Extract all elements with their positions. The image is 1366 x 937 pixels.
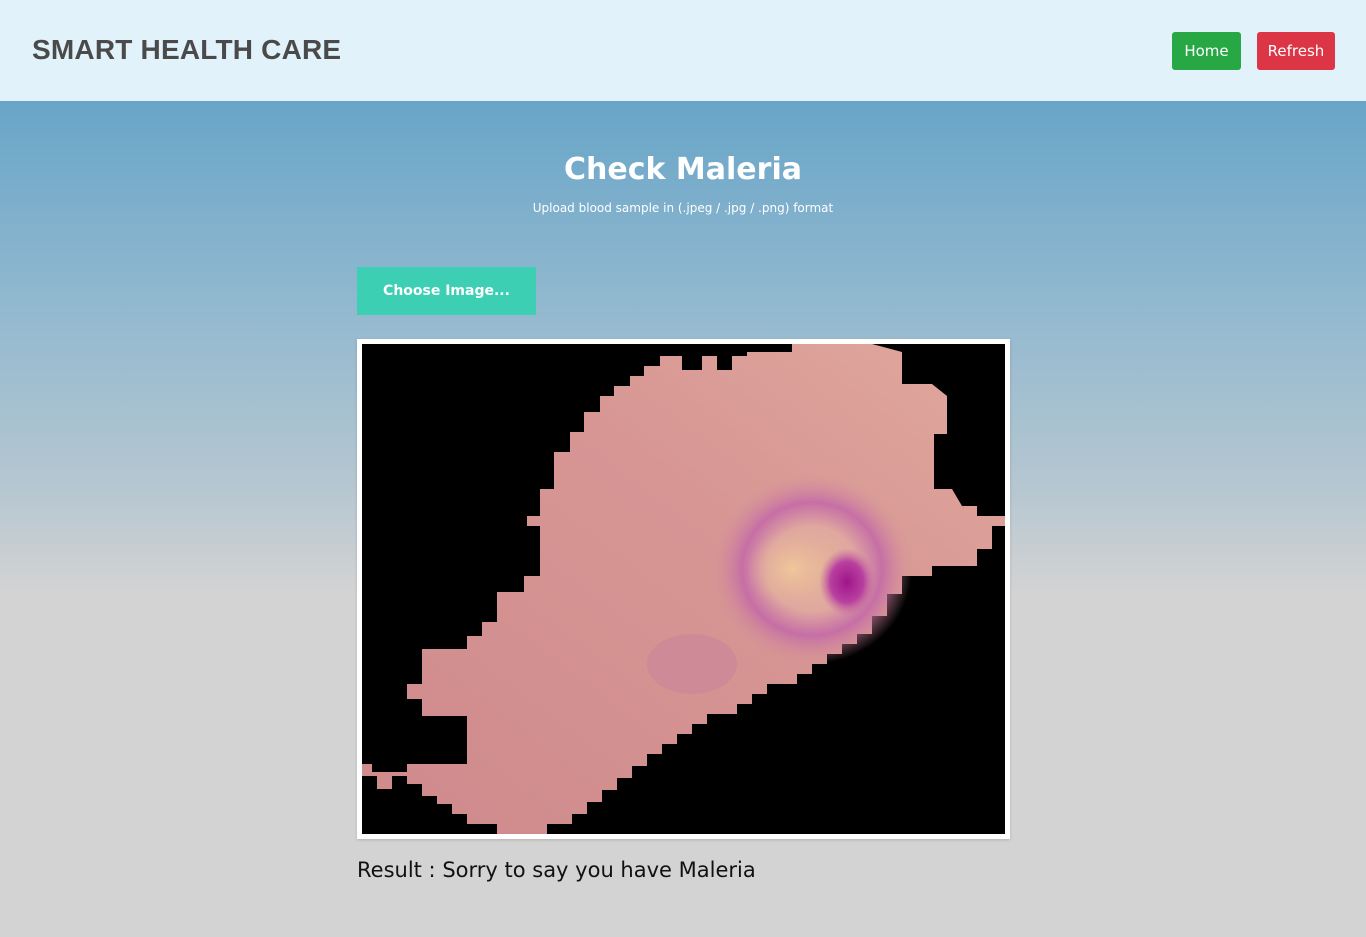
blood-cell-picture	[362, 344, 1005, 834]
blood-sample-image	[362, 344, 1005, 834]
home-button[interactable]: Home	[1172, 32, 1241, 70]
brand-title[interactable]: SMART HEALTH CARE	[32, 33, 341, 67]
result-text: Result : Sorry to say you have Maleria	[357, 858, 756, 882]
upload-instructions: Upload blood sample in (.jpeg / .jpg / .…	[532, 201, 834, 215]
choose-image-button[interactable]: Choose Image...	[357, 267, 536, 315]
refresh-button[interactable]: Refresh	[1257, 32, 1335, 70]
image-preview-frame	[357, 339, 1010, 839]
page-title: Check Maleria	[564, 152, 802, 187]
top-navbar: SMART HEALTH CARE Home Refresh	[0, 0, 1366, 101]
